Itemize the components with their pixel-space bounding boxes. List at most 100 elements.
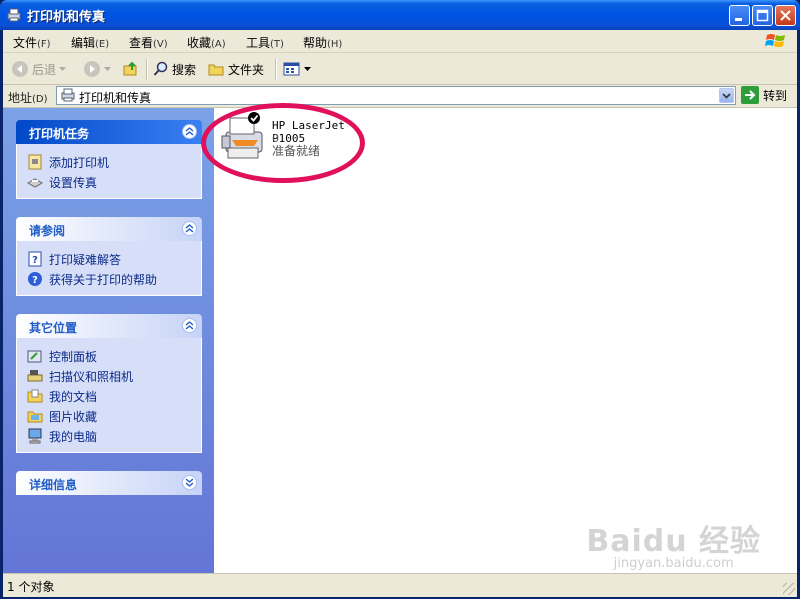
back-label: 后退 xyxy=(32,62,57,77)
menu-view[interactable]: 查看(V) xyxy=(129,34,168,51)
menu-tools[interactable]: 工具(T) xyxy=(246,34,284,51)
go-arrow-icon xyxy=(741,86,759,104)
double-chevron-up-icon xyxy=(185,321,194,330)
my-documents-link[interactable]: 我的文档 xyxy=(17,386,201,406)
double-chevron-up-icon xyxy=(185,224,194,233)
task-pane: 打印机任务 添加打印机 设置传真 请参阅 ? 打印疑难解答 ? 获得关于打印的帮… xyxy=(3,108,214,573)
folder-up-icon xyxy=(123,61,137,76)
folders-label: 文件夹 xyxy=(228,62,265,77)
folders-button[interactable]: 文件夹 xyxy=(208,60,264,78)
go-label: 转到 xyxy=(763,88,788,103)
collapse-button[interactable] xyxy=(182,318,197,333)
my-pictures-link[interactable]: 图片收藏 xyxy=(17,406,201,426)
menu-file[interactable]: 文件(F) xyxy=(13,34,51,51)
task-label: 控制面板 xyxy=(49,349,98,364)
collapse-button[interactable] xyxy=(182,124,197,139)
search-button[interactable]: 搜索 xyxy=(153,60,196,78)
setup-fax-link[interactable]: 设置传真 xyxy=(17,172,201,192)
double-chevron-down-icon xyxy=(185,478,194,487)
address-label: 地址(D) xyxy=(8,91,48,105)
svg-text:?: ? xyxy=(32,275,38,286)
address-dropdown-button[interactable] xyxy=(719,88,734,103)
printer-folder-icon xyxy=(61,88,75,102)
my-computer-link[interactable]: 我的电脑 xyxy=(17,426,201,446)
panel-title: 详细信息 xyxy=(29,478,78,492)
control-panel-icon xyxy=(27,350,42,363)
folder-icon xyxy=(208,64,224,76)
maximize-button[interactable] xyxy=(752,5,773,26)
add-printer-link[interactable]: 添加打印机 xyxy=(17,152,201,172)
close-button[interactable] xyxy=(775,5,796,26)
task-label: 扫描仪和照相机 xyxy=(49,369,134,384)
maximize-icon xyxy=(756,9,769,22)
scanners-cameras-link[interactable]: 扫描仪和照相机 xyxy=(17,366,201,386)
task-label: 我的文档 xyxy=(49,389,98,404)
help-document-icon: ? xyxy=(28,251,42,267)
chevron-down-icon xyxy=(59,66,67,71)
chevron-down-icon xyxy=(304,66,311,71)
other-places-header[interactable]: 其它位置 xyxy=(16,314,202,338)
printer-tasks-header[interactable]: 打印机任务 xyxy=(16,120,202,144)
expand-button[interactable] xyxy=(182,475,197,490)
minimize-button[interactable] xyxy=(729,5,750,26)
control-panel-link[interactable]: 控制面板 xyxy=(17,346,201,366)
annotation-highlight-ring xyxy=(201,103,365,183)
print-troubleshoot-link[interactable]: ? 打印疑难解答 xyxy=(17,249,201,269)
toolbar-separator xyxy=(275,58,277,80)
add-printer-icon xyxy=(28,154,42,170)
chevron-down-icon xyxy=(722,93,731,99)
search-icon xyxy=(153,61,168,76)
menu-favorites[interactable]: 收藏(A) xyxy=(187,34,226,51)
printer-item[interactable]: HP LaserJet P1005 0 准备就绪 xyxy=(201,103,384,183)
menu-edit[interactable]: 编辑(E) xyxy=(71,34,109,51)
windows-logo-icon xyxy=(765,34,785,47)
chevron-down-icon xyxy=(104,66,111,71)
back-button[interactable]: 后退 xyxy=(11,60,67,78)
title-bar[interactable]: 打印机和传真 xyxy=(0,0,800,30)
panel-body: 添加打印机 设置传真 xyxy=(16,144,202,199)
menu-help[interactable]: 帮助(H) xyxy=(303,34,342,51)
details-panel: 详细信息 xyxy=(16,471,202,495)
collapse-button[interactable] xyxy=(182,221,197,236)
window-title: 打印机和传真 xyxy=(27,10,106,25)
printer-tasks-panel: 打印机任务 添加打印机 设置传真 xyxy=(16,120,202,199)
panel-title: 打印机任务 xyxy=(29,127,90,141)
address-value: 打印机和传真 xyxy=(79,91,152,105)
panel-body: 控制面板 扫描仪和照相机 我的文档 图片收藏 我的电脑 xyxy=(16,338,202,453)
print-help-link[interactable]: ? 获得关于打印的帮助 xyxy=(17,269,201,289)
go-button[interactable]: 转到 xyxy=(741,86,787,104)
views-grid-icon xyxy=(283,62,300,76)
task-label: 获得关于打印的帮助 xyxy=(49,272,158,287)
views-button[interactable] xyxy=(283,60,311,78)
status-text: 1 个对象 xyxy=(7,580,55,594)
panel-body: ? 打印疑难解答 ? 获得关于打印的帮助 xyxy=(16,241,202,296)
task-label: 我的电脑 xyxy=(49,429,98,444)
up-folder-button[interactable] xyxy=(122,60,140,78)
task-label: 打印疑难解答 xyxy=(49,252,122,267)
fax-icon xyxy=(27,178,43,188)
panel-title: 其它位置 xyxy=(29,321,78,335)
standard-toolbar: 后退 搜索 文件夹 xyxy=(3,53,797,85)
address-bar: 地址(D) 打印机和传真 转到 xyxy=(3,85,797,108)
watermark-brand: Baidu 经验 xyxy=(586,524,761,559)
panel-title: 请参阅 xyxy=(29,224,66,238)
forward-button[interactable] xyxy=(83,60,111,78)
address-input[interactable]: 打印机和传真 xyxy=(56,86,736,105)
status-bar: 1 个对象 xyxy=(3,573,797,597)
explorer-window: 打印机和传真 文件(F) 编辑(E) 查看(V) 收藏(A) 工具(T) 帮助(… xyxy=(0,0,800,599)
resize-grip[interactable] xyxy=(783,583,795,595)
details-header[interactable]: 详细信息 xyxy=(16,471,202,495)
my-documents-icon xyxy=(27,389,43,403)
printer-folder-icon xyxy=(7,8,21,22)
see-also-panel: 请参阅 ? 打印疑难解答 ? 获得关于打印的帮助 xyxy=(16,217,202,296)
toolbar-separator xyxy=(146,58,148,80)
file-list-view: HP LaserJet P1005 0 准备就绪 Baidu 经验 jingya… xyxy=(201,103,797,573)
menu-bar: 文件(F) 编辑(E) 查看(V) 收藏(A) 工具(T) 帮助(H) xyxy=(3,30,797,53)
help-circle-icon: ? xyxy=(28,272,42,286)
other-places-panel: 其它位置 控制面板 扫描仪和照相机 我的文档 图片收藏 我的电脑 xyxy=(16,314,202,453)
scanner-camera-icon xyxy=(27,370,43,382)
my-computer-icon xyxy=(28,428,42,444)
see-also-header[interactable]: 请参阅 xyxy=(16,217,202,241)
close-icon xyxy=(780,10,791,21)
my-pictures-icon xyxy=(27,411,43,423)
